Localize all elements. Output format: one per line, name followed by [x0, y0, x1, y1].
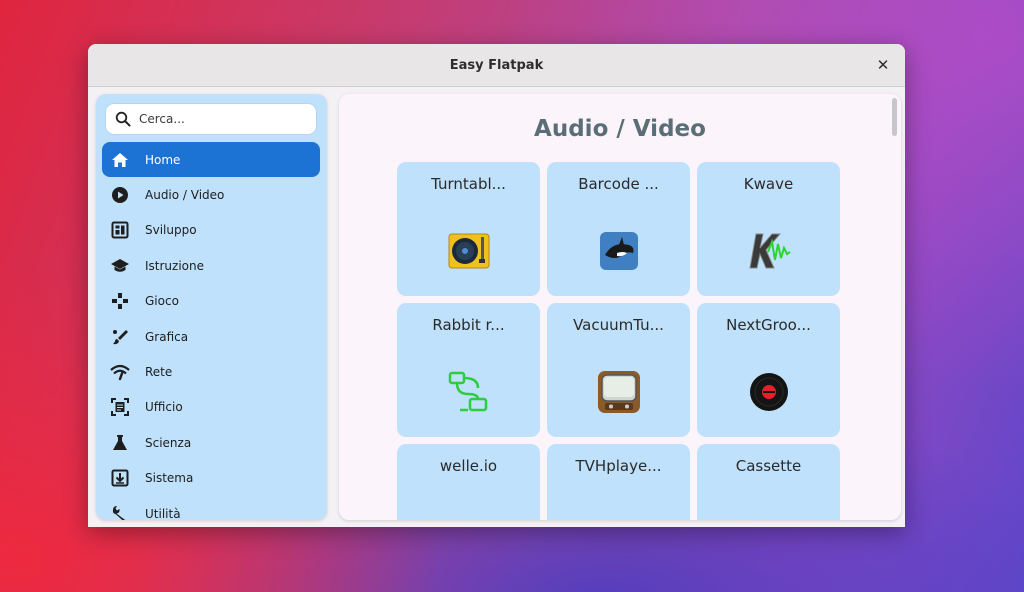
app-name: NextGroo... — [726, 316, 811, 334]
sidebar-item-home[interactable]: Home — [102, 142, 320, 178]
vinyl-record-icon — [746, 369, 792, 415]
app-name: Barcode ... — [578, 175, 659, 193]
sidebar-item-label: Scienza — [145, 435, 192, 450]
sidebar-item-audio-video[interactable]: Audio / Video — [102, 177, 320, 212]
app-card[interactable]: NextGroo... — [697, 303, 840, 437]
sidebar-item-ufficio[interactable]: Ufficio — [102, 390, 320, 425]
code-window-icon — [110, 220, 130, 240]
app-name: VacuumTu... — [573, 316, 664, 334]
app-card[interactable]: welle.io — [397, 444, 540, 520]
search-input[interactable] — [137, 111, 311, 127]
sidebar-item-label: Rete — [145, 365, 173, 380]
window-title: Easy Flatpak — [449, 57, 544, 73]
category-list: Home Audio / Video Sviluppo Istruzione G… — [102, 142, 320, 520]
search-box[interactable] — [106, 104, 316, 134]
play-circle-icon — [110, 185, 130, 205]
wifi-icon — [110, 362, 130, 382]
vacuum-tube-tv-icon — [596, 369, 642, 415]
system-download-icon — [110, 468, 130, 488]
sidebar-item-label: Sistema — [145, 471, 194, 486]
sidebar-item-grafica[interactable]: Grafica — [102, 319, 320, 354]
title-bar[interactable]: Easy Flatpak ✕ — [88, 44, 905, 87]
close-button[interactable]: ✕ — [873, 55, 893, 75]
app-name: Cassette — [735, 457, 802, 475]
sidebar-item-label: Audio / Video — [145, 188, 225, 203]
app-name: welle.io — [439, 457, 498, 475]
tv-player-icon — [596, 514, 642, 520]
app-window: Easy Flatpak ✕ Home Audio / — [88, 44, 905, 527]
app-card[interactable]: VacuumTu... — [547, 303, 690, 437]
wrench-icon — [110, 504, 130, 520]
rabbit-remote-icon — [446, 369, 492, 415]
sidebar-item-label: Grafica — [145, 329, 189, 344]
main-content: Audio / Video Turntabl... Barcode ... Kw… — [339, 94, 901, 520]
app-card[interactable]: Cassette — [697, 444, 840, 520]
flask-icon — [110, 433, 130, 453]
sidebar-item-label: Istruzione — [145, 258, 204, 273]
sidebar-item-label: Utilità — [145, 506, 181, 520]
document-icon — [110, 397, 130, 417]
app-name: Turntabl... — [431, 175, 506, 193]
app-name: Rabbit r... — [432, 316, 505, 334]
graduation-cap-icon — [110, 256, 130, 276]
sidebar-item-label: Home — [145, 152, 181, 167]
cassette-icon — [763, 512, 809, 520]
sidebar-item-sistema[interactable]: Sistema — [102, 461, 320, 496]
app-card[interactable]: Barcode ... — [547, 162, 690, 296]
sidebar-item-sviluppo[interactable]: Sviluppo — [102, 213, 320, 248]
gamepad-icon — [110, 291, 130, 311]
close-icon: ✕ — [876, 56, 890, 74]
barcode-orca-icon — [596, 228, 642, 274]
sidebar-item-label: Gioco — [145, 294, 179, 309]
app-card[interactable]: Kwave — [697, 162, 840, 296]
turntable-icon — [446, 228, 492, 274]
app-card[interactable]: Turntabl... — [397, 162, 540, 296]
sidebar-item-scienza[interactable]: Scienza — [102, 425, 320, 460]
page-title: Audio / Video — [534, 116, 706, 142]
sidebar-item-label: Sviluppo — [145, 223, 197, 238]
sidebar-item-gioco[interactable]: Gioco — [102, 284, 320, 319]
search-icon — [115, 111, 131, 127]
app-name: TVHplaye... — [575, 457, 662, 475]
app-card[interactable]: Rabbit r... — [397, 303, 540, 437]
sidebar-item-rete[interactable]: Rete — [102, 354, 320, 389]
sidebar: Home Audio / Video Sviluppo Istruzione — [96, 94, 327, 520]
sidebar-item-utilita[interactable]: Utilità — [102, 496, 320, 520]
kwave-icon — [746, 228, 792, 274]
app-card[interactable]: TVHplaye... — [547, 444, 690, 520]
sidebar-item-istruzione[interactable]: Istruzione — [102, 248, 320, 283]
home-icon — [110, 150, 130, 170]
app-name: Kwave — [743, 175, 794, 193]
paint-brush-icon — [110, 327, 130, 347]
sidebar-item-label: Ufficio — [145, 400, 183, 415]
